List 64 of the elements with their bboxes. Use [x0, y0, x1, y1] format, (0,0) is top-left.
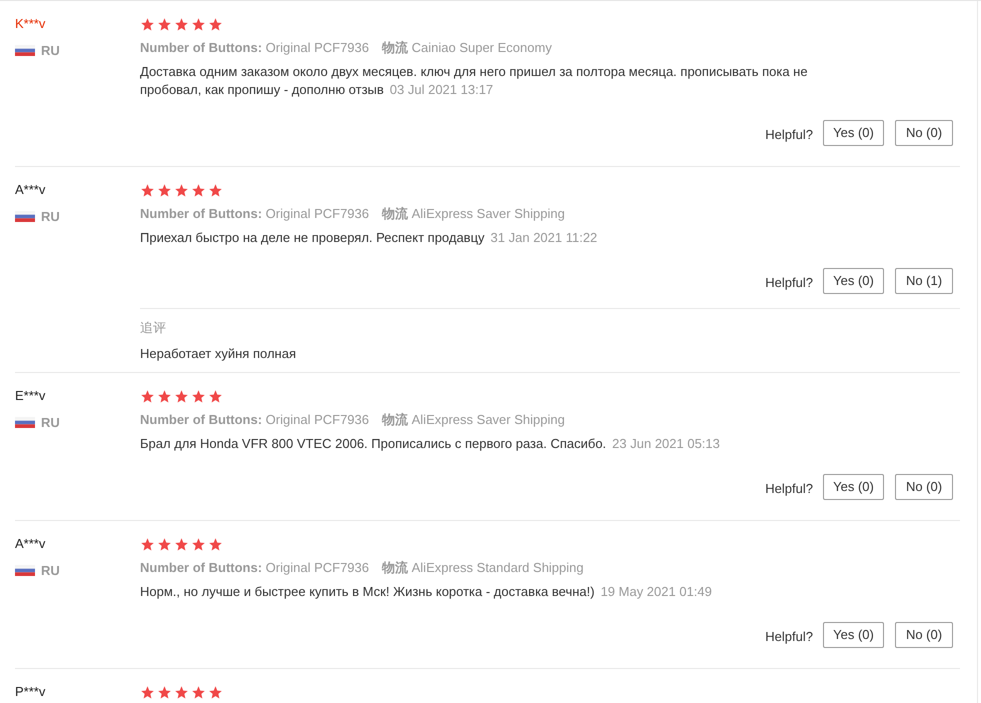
star-icon	[191, 16, 206, 32]
star-icon	[174, 182, 189, 198]
no-button[interactable]: No (0)	[895, 474, 953, 500]
star-icon	[191, 388, 206, 404]
product-attribute: Number of Buttons: Original PCF7936	[140, 39, 369, 57]
reviewer-name: A***v	[15, 181, 46, 199]
helpful-label: Helpful?	[765, 480, 813, 498]
country-code: RU	[41, 208, 60, 226]
star-icon	[191, 684, 206, 700]
review-text: Брал для Honda VFR 800 VTEC 2006. Прописались с первого раза. Спасибо. 23 Jun 2021 05:13	[140, 435, 721, 453]
russia-flag-icon	[15, 45, 35, 56]
star-icon	[208, 684, 223, 700]
star-icon	[140, 536, 155, 552]
product-attribute: 物流 AliExpress Saver Shipping	[382, 411, 565, 429]
reviewer-name: K***v	[15, 15, 46, 33]
product-attribute: Number of Buttons: Original PCF7936	[140, 559, 369, 577]
no-button[interactable]: No (0)	[895, 120, 953, 146]
no-button[interactable]: No (1)	[895, 268, 953, 294]
star-icon	[208, 182, 223, 198]
star-icon	[157, 684, 172, 700]
helpful-label: Helpful?	[765, 274, 813, 292]
country-code: RU	[41, 562, 60, 580]
yes-button[interactable]: Yes (0)	[823, 622, 884, 648]
star-icon	[157, 182, 172, 198]
yes-button[interactable]: Yes (0)	[823, 268, 884, 294]
follow-up-text: Неработает хуйня полная	[140, 345, 297, 363]
russia-flag-icon	[15, 211, 35, 222]
russia-flag-icon	[15, 565, 35, 576]
russia-flag-icon	[15, 417, 35, 428]
star-icon	[157, 388, 172, 404]
review-text: Норм., но лучше и быстрее купить в Мск! Жизнь коротка - доставка вечна!) 19 May 2021 01:49	[140, 583, 713, 601]
star-icon	[208, 388, 223, 404]
follow-up-label: 追评	[140, 319, 167, 337]
review-text: Доставка одним заказом около двух месяцев. ключ для него пришел за полтора месяца. прописывать пока не пробовал, как пропишу - дополню отзыв 03 Jul 2021 13:17	[140, 63, 809, 99]
yes-button[interactable]: Yes (0)	[823, 474, 884, 500]
star-icon	[191, 182, 206, 198]
star-icon	[140, 182, 155, 198]
star-icon	[140, 684, 155, 700]
country-code: RU	[41, 42, 60, 60]
helpful-label: Helpful?	[765, 628, 813, 646]
product-attribute: 物流 AliExpress Saver Shipping	[382, 205, 565, 223]
yes-button[interactable]: Yes (0)	[823, 120, 884, 146]
star-icon	[174, 388, 189, 404]
star-icon	[208, 16, 223, 32]
star-icon	[174, 16, 189, 32]
star-icon	[174, 536, 189, 552]
country-code: RU	[41, 414, 60, 432]
product-attribute: Number of Buttons: Original PCF7936	[140, 411, 369, 429]
star-icon	[140, 388, 155, 404]
product-attribute: 物流 AliExpress Standard Shipping	[382, 559, 584, 577]
product-attribute: Number of Buttons: Original PCF7936	[140, 205, 369, 223]
no-button[interactable]: No (0)	[895, 622, 953, 648]
star-icon	[191, 536, 206, 552]
star-icon	[174, 684, 189, 700]
star-icon	[208, 536, 223, 552]
reviewer-name: P***v	[15, 683, 46, 701]
review-text: Приехал быстро на деле не проверял. Респект продавцу 31 Jan 2021 11:22	[140, 229, 598, 247]
star-icon	[140, 16, 155, 32]
helpful-label: Helpful?	[765, 126, 813, 144]
star-icon	[157, 536, 172, 552]
reviewer-name: E***v	[15, 387, 46, 405]
star-icon	[157, 16, 172, 32]
product-attribute: 物流 Cainiao Super Economy	[382, 39, 552, 57]
reviewer-name: A***v	[15, 535, 46, 553]
